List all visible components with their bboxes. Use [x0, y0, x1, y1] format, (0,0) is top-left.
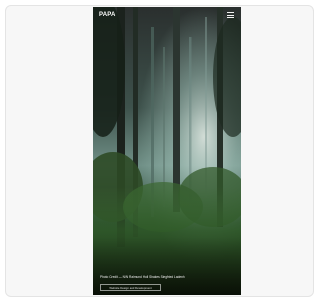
hero-cta-button[interactable]: Website Design and Development [100, 284, 161, 291]
forest-hero-image [93, 7, 241, 295]
mobile-preview: PAPA Photo Credit — N/N Raimund Holl Sha… [93, 7, 241, 295]
hero-caption: Photo Credit — N/N Raimund Holl Shakes S… [100, 275, 185, 279]
site-logo[interactable]: PAPA [99, 11, 117, 19]
top-bar: PAPA [93, 7, 241, 23]
hamburger-menu-icon[interactable] [227, 12, 234, 18]
